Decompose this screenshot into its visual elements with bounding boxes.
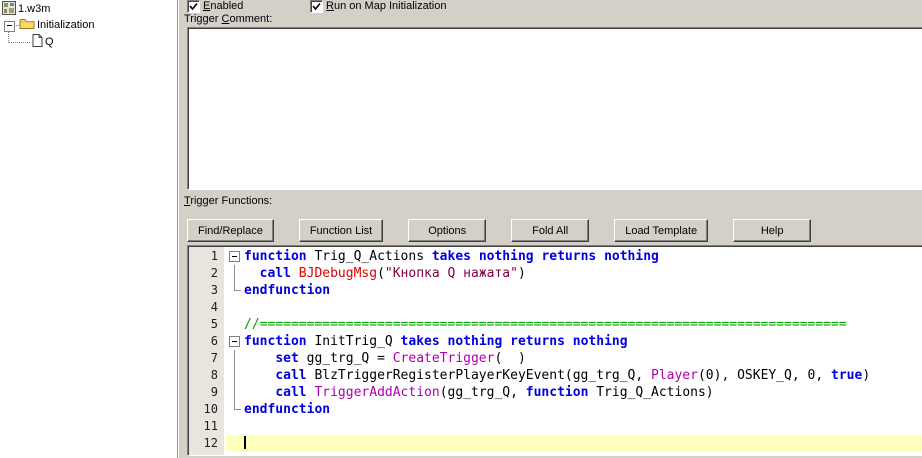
- code-line[interactable]: 10 endfunction: [188, 401, 922, 418]
- tree-expand-icon[interactable]: [4, 21, 15, 32]
- run-on-map-init-label: Run on Map Initialization: [326, 0, 447, 12]
- code-line[interactable]: 12: [188, 435, 922, 452]
- code-line[interactable]: 2 call BJDebugMsg("Кнопка Q нажата"): [188, 265, 922, 282]
- fold-margin: [226, 299, 244, 316]
- trigger-comment-input[interactable]: [187, 27, 922, 190]
- fold-margin: [226, 350, 244, 367]
- toolbar: Find/Replace Function List Options Fold All…: [187, 219, 812, 242]
- code-text: call BJDebugMsg("Кнопка Q нажата"): [259, 266, 526, 281]
- code-text: //======================================…: [244, 317, 847, 332]
- code-line[interactable]: 11: [188, 418, 922, 435]
- fold-margin: [226, 401, 244, 418]
- line-number: 12: [203, 436, 218, 450]
- trigger-comment-label: Trigger Comment:: [184, 13, 273, 25]
- code-text: function Trig_Q_Actions takes nothing re…: [244, 249, 659, 264]
- line-number: 6: [210, 334, 218, 348]
- trigger-functions-label: Trigger Functions:: [184, 195, 273, 207]
- line-number: 7: [210, 351, 218, 365]
- toolbar-button-help[interactable]: Help: [733, 219, 812, 242]
- jass-code-editor[interactable]: 1 function Trig_Q_Actions takes nothing r…: [187, 245, 922, 456]
- code-text: endfunction: [244, 402, 331, 417]
- toolbar-button-load-template[interactable]: Load Template: [614, 219, 709, 242]
- code-lines: 1 function Trig_Q_Actions takes nothing r…: [188, 246, 922, 452]
- toolbar-button-find-replace[interactable]: Find/Replace: [187, 219, 274, 242]
- code-line[interactable]: 5 //=====================================…: [188, 316, 922, 333]
- line-number: 1: [210, 249, 218, 263]
- line-number: 5: [210, 317, 218, 331]
- fold-margin: [226, 384, 244, 401]
- code-text: call BlzTriggerRegisterPlayerKeyEvent(gg…: [275, 368, 871, 383]
- trigger-editor-panel: Enabled Run on Map Initialization Trigge…: [178, 0, 922, 458]
- enabled-label: Enabled: [203, 0, 244, 12]
- page-icon: [32, 34, 43, 50]
- fold-margin: [226, 265, 244, 282]
- fold-margin: [226, 282, 244, 299]
- tree-item-label: 1.w3m: [18, 3, 51, 15]
- trigger-tree-panel: 1.w3m Initialization Q: [0, 0, 178, 458]
- checkmark-icon: [311, 1, 322, 15]
- fold-margin: [226, 435, 244, 452]
- fold-margin: [226, 418, 244, 435]
- tree-connector-horizontal: [9, 42, 30, 43]
- code-text: set gg_trg_Q = CreateTrigger( ): [275, 351, 526, 366]
- enabled-checkbox[interactable]: [187, 0, 200, 13]
- fold-collapse-icon[interactable]: [226, 248, 244, 265]
- code-text: [244, 435, 922, 452]
- code-line[interactable]: 4: [188, 299, 922, 316]
- line-number: 2: [210, 266, 218, 280]
- fold-margin: [226, 316, 244, 333]
- tree-item-map-root[interactable]: 1.w3m: [2, 0, 52, 18]
- line-number: 4: [210, 300, 218, 314]
- code-line[interactable]: 8 call BlzTriggerRegisterPlayerKeyEvent(…: [188, 367, 922, 384]
- code-line[interactable]: 3 endfunction: [188, 282, 922, 299]
- code-text: endfunction: [244, 283, 331, 298]
- tree-item-initialization[interactable]: Initialization: [19, 17, 96, 33]
- toolbar-button-function-list[interactable]: Function List: [298, 219, 384, 242]
- fold-margin: [226, 367, 244, 384]
- line-number: 11: [203, 419, 218, 433]
- code-text: function InitTrig_Q takes nothing return…: [244, 334, 628, 349]
- code-line[interactable]: 6 function InitTrig_Q takes nothing retur…: [188, 333, 922, 350]
- tree-item-trigger-q[interactable]: Q: [32, 34, 56, 50]
- toolbar-button-options[interactable]: Options: [408, 219, 487, 242]
- code-line[interactable]: 9 call TriggerAddAction(gg_trg_Q, functi…: [188, 384, 922, 401]
- code-line[interactable]: 1 function Trig_Q_Actions takes nothing r…: [188, 248, 922, 265]
- code-text: call TriggerAddAction(gg_trg_Q, function…: [275, 385, 714, 400]
- toolbar-button-fold-all[interactable]: Fold All: [511, 219, 590, 242]
- code-line[interactable]: 7 set gg_trg_Q = CreateTrigger( ): [188, 350, 922, 367]
- line-number: 10: [203, 402, 218, 416]
- tree-item-label: Q: [45, 36, 54, 48]
- line-number: 9: [210, 385, 218, 399]
- text-caret: [244, 436, 246, 449]
- line-number: 3: [210, 283, 218, 297]
- line-number: 8: [210, 368, 218, 382]
- tree-item-label: Initialization: [37, 19, 95, 31]
- run-on-map-init-checkbox[interactable]: [310, 0, 323, 13]
- map-icon: [2, 0, 16, 18]
- fold-collapse-icon[interactable]: [226, 333, 244, 350]
- folder-icon: [19, 17, 35, 33]
